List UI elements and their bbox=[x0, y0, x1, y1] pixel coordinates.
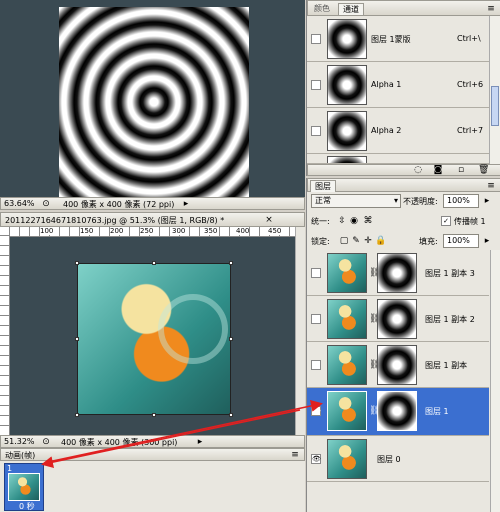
arrow-to-layer bbox=[47, 400, 323, 463]
arrow-to-frame bbox=[41, 409, 301, 469]
annotation-arrows bbox=[41, 400, 323, 469]
